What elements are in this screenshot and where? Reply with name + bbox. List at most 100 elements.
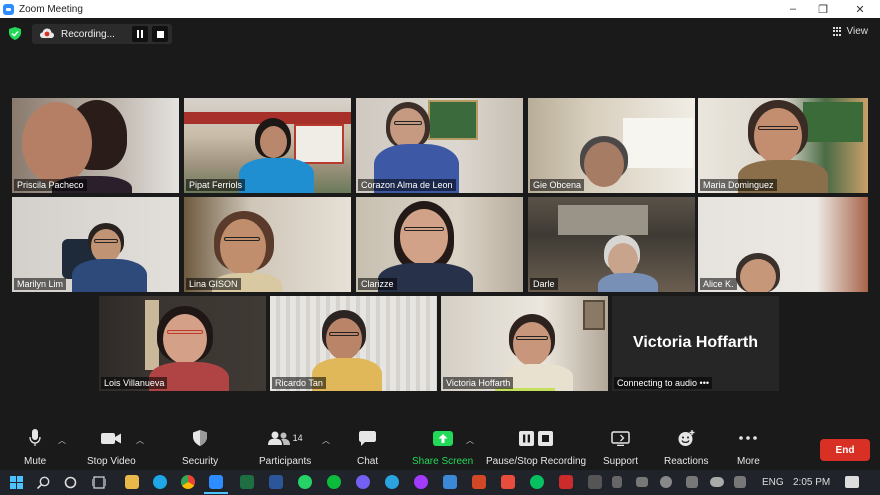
viber-icon[interactable] — [356, 475, 370, 489]
wechat-icon[interactable] — [530, 475, 544, 489]
whatsapp-icon[interactable] — [298, 475, 312, 489]
notifications-icon[interactable] — [845, 476, 859, 488]
participant-name: Corazon Alma de Leon — [358, 179, 456, 191]
video-tile[interactable]: Victoria Hoffarth — [441, 296, 608, 391]
video-tile[interactable]: Marilyn Lim — [12, 197, 179, 292]
edge-browser-icon[interactable] — [153, 475, 167, 489]
video-options-caret[interactable]: ︿ — [136, 435, 144, 446]
excel-icon[interactable] — [240, 475, 254, 489]
chat-button[interactable]: Chat — [357, 429, 378, 467]
more-dots-icon — [739, 436, 758, 440]
app-icon[interactable] — [559, 475, 573, 489]
chrome-browser-icon[interactable] — [181, 475, 195, 489]
audio-tile-display-name: Victoria Hoffarth — [632, 334, 759, 351]
maximize-button[interactable]: ❐ — [808, 0, 838, 18]
participants-count: 14 — [292, 433, 303, 443]
chat-label: Chat — [357, 456, 379, 467]
zoom-taskbar-icon[interactable] — [209, 475, 223, 489]
share-options-caret[interactable]: ︿ — [466, 435, 474, 446]
view-button[interactable]: View — [832, 26, 869, 37]
video-tile[interactable]: Darle — [528, 197, 695, 292]
cortana-icon[interactable] — [64, 476, 77, 489]
participant-name: Marilyn Lim — [14, 278, 67, 290]
cloud-recording-icon — [40, 28, 54, 38]
pen-icon[interactable] — [734, 476, 746, 488]
stop-video-label: Stop Video — [87, 456, 136, 467]
close-button[interactable]: ✕ — [845, 0, 875, 18]
reactions-button[interactable]: Reactions — [664, 429, 708, 467]
chat-bubble-icon — [359, 430, 377, 446]
video-tile-active-speaker[interactable]: Maria Dominguez — [698, 98, 868, 193]
participants-label: Participants — [259, 456, 312, 467]
task-view-icon[interactable] — [92, 476, 106, 489]
app-icon[interactable] — [588, 475, 602, 489]
participant-name: Lois Villanueva — [101, 377, 168, 389]
minimize-button[interactable]: – — [778, 0, 808, 18]
participant-name: Pipat Ferriols — [186, 179, 246, 191]
stop-video-button[interactable]: Stop Video — [87, 429, 136, 467]
security-button[interactable]: Security — [182, 429, 218, 467]
participants-options-caret[interactable]: ︿ — [322, 435, 330, 446]
pause-stop-recording-button[interactable]: Pause/Stop Recording — [486, 429, 586, 467]
mute-button[interactable]: Mute — [24, 429, 46, 467]
window-title: Zoom Meeting — [19, 3, 83, 15]
mute-label: Mute — [24, 456, 47, 467]
pause-recording-button[interactable] — [132, 26, 148, 42]
participant-name: Victoria Hoffarth — [443, 377, 514, 389]
recording-label: Recording... — [61, 28, 115, 40]
onedrive-icon[interactable] — [710, 477, 724, 487]
language-indicator[interactable]: ENG — [762, 477, 784, 488]
video-tile[interactable]: Gie Obcena — [528, 98, 695, 193]
participant-name: Ricardo Tan — [272, 377, 326, 389]
stop-icon — [156, 30, 164, 38]
file-explorer-icon[interactable] — [125, 475, 139, 489]
audio-options-caret[interactable]: ︿ — [58, 435, 66, 446]
video-tile[interactable]: Clarizze — [356, 197, 523, 292]
device-icon[interactable] — [636, 477, 648, 487]
network-icon[interactable] — [686, 476, 698, 488]
video-tile[interactable]: Corazon Alma de Leon — [356, 98, 523, 193]
video-tile[interactable]: Lina GISON — [184, 197, 351, 292]
participant-name: Darle — [530, 278, 558, 290]
video-tile[interactable]: Priscila Pacheco — [12, 98, 179, 193]
app-icon[interactable] — [443, 475, 457, 489]
stop-recording-button[interactable] — [152, 26, 168, 42]
view-label: View — [846, 26, 869, 37]
video-tile[interactable]: Pipat Ferriols — [184, 98, 351, 193]
system-clock[interactable]: 2:05 PM — [793, 477, 830, 488]
participant-name: Maria Dominguez — [700, 179, 777, 191]
reactions-smiley-icon — [678, 429, 695, 446]
video-tile[interactable]: Ricardo Tan — [270, 296, 437, 391]
search-icon[interactable] — [37, 476, 50, 489]
volume-icon[interactable] — [660, 476, 672, 488]
video-tile[interactable]: Lois Villanueva — [99, 296, 266, 391]
audio-only-tile[interactable]: Victoria Hoffarth Connecting to audio ••… — [612, 296, 779, 391]
share-screen-button[interactable]: Share Screen — [412, 429, 473, 467]
reactions-label: Reactions — [664, 456, 709, 467]
line-app-icon[interactable] — [327, 475, 341, 489]
telegram-icon[interactable] — [385, 475, 399, 489]
microphone-icon — [29, 429, 41, 446]
more-button[interactable]: More — [737, 429, 760, 467]
support-button[interactable]: Support — [603, 429, 638, 467]
support-screen-icon — [611, 430, 630, 446]
windows-start-icon[interactable] — [10, 476, 23, 489]
participant-name: Priscila Pacheco — [14, 179, 87, 191]
meeting-toolbar: Mute ︿ Stop Video ︿ Security 14 Particip… — [0, 423, 880, 470]
participants-button[interactable]: 14 Participants — [259, 429, 311, 467]
recording-indicator: Recording... — [32, 24, 172, 44]
battery-icon[interactable] — [612, 476, 622, 488]
meeting-area: Recording... View Priscila Pacheco Pipat… — [0, 18, 880, 470]
pause-recording-icon — [519, 430, 535, 446]
video-tile[interactable]: Alice K. — [698, 197, 868, 292]
end-meeting-button[interactable]: End — [820, 439, 870, 461]
participants-icon — [267, 431, 290, 445]
pause-icon — [137, 30, 143, 38]
messenger-icon[interactable] — [414, 475, 428, 489]
word-icon[interactable] — [269, 475, 283, 489]
participant-name: Lina GISON — [186, 278, 241, 290]
video-camera-icon — [101, 432, 122, 444]
powerpoint-icon[interactable] — [472, 475, 486, 489]
app-icon[interactable] — [501, 475, 515, 489]
encryption-shield-icon[interactable] — [9, 27, 21, 40]
